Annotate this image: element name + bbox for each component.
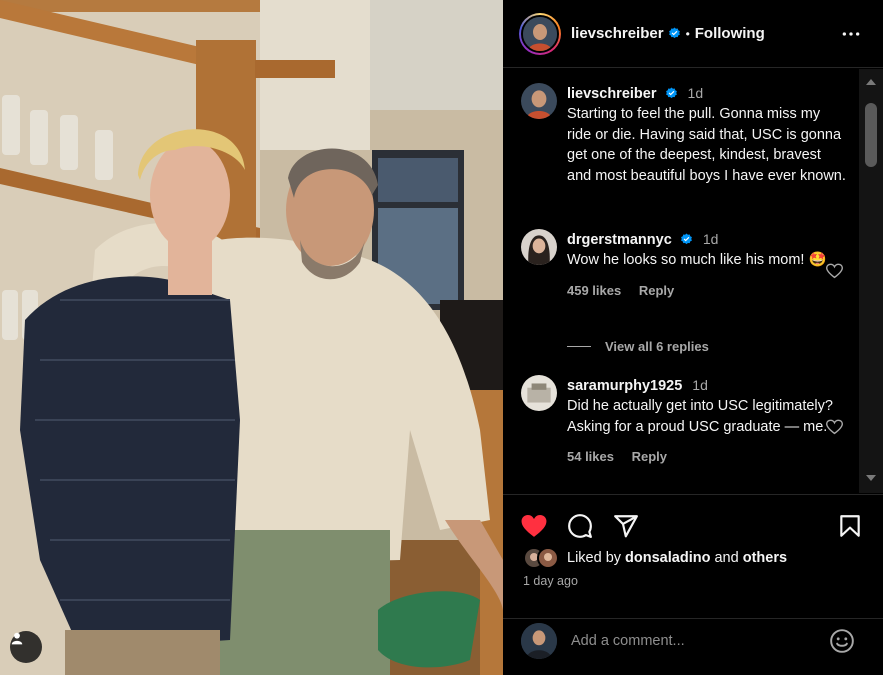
liked-by-user[interactable]: donsaladino	[625, 550, 710, 566]
comments-list[interactable]: lievschreiber 1d Starting to feel the pu…	[503, 69, 859, 493]
emoji-icon[interactable]	[829, 628, 855, 654]
comment-avatar[interactable]	[521, 375, 557, 411]
scroll-up-arrow[interactable]	[866, 79, 876, 85]
verified-badge-icon	[680, 233, 692, 245]
user-tag-icon	[11, 632, 23, 645]
comment-avatar[interactable]	[521, 229, 557, 265]
caption-text: Starting to feel the pull. Gonna miss my…	[567, 106, 846, 184]
liked-by-avatars[interactable]	[523, 547, 567, 569]
comment-username[interactable]: saramurphy1925	[567, 378, 682, 394]
comment-username[interactable]: drgerstmannyc	[567, 232, 672, 248]
header-separator: •	[685, 26, 690, 41]
reply-button[interactable]: Reply	[639, 283, 674, 298]
replies-divider	[567, 346, 591, 347]
send-icon[interactable]	[613, 513, 639, 539]
liked-by-and: and	[714, 550, 739, 566]
tagged-user-button[interactable]	[10, 631, 42, 663]
comment-text: Did he actually get into USC legitimatel…	[567, 398, 833, 435]
post-header: lievschreiber • Following	[503, 0, 883, 68]
comment-likes[interactable]: 54 likes	[567, 449, 614, 464]
post-timestamp[interactable]: 1 day ago	[523, 574, 578, 588]
scrollbar-thumb[interactable]	[865, 103, 877, 167]
author-avatar[interactable]	[519, 12, 561, 55]
comment-time[interactable]: 1d	[692, 377, 708, 393]
post-image	[0, 0, 503, 675]
add-comment-bar	[503, 618, 883, 675]
comment-time[interactable]: 1d	[703, 231, 719, 247]
scroll-down-arrow[interactable]	[866, 475, 876, 481]
verified-badge-icon	[665, 87, 677, 99]
add-comment-input[interactable]	[571, 631, 811, 651]
liked-by: Liked by donsaladino and others	[523, 547, 787, 569]
more-horizontal-icon[interactable]	[841, 24, 861, 44]
bookmark-icon[interactable]	[837, 513, 863, 539]
caption-username[interactable]: lievschreiber	[567, 86, 656, 102]
heart-outline-icon[interactable]	[826, 419, 843, 435]
action-bar: Liked by donsaladino and others 1 day ag…	[503, 494, 883, 618]
view-replies-button[interactable]: View all 6 replies	[567, 339, 709, 354]
heart-filled-icon[interactable]	[521, 513, 547, 539]
author-username[interactable]: lievschreiber	[571, 25, 664, 42]
comment-text: Wow he looks so much like his mom! 🤩	[567, 252, 827, 268]
current-user-avatar	[521, 623, 557, 659]
comment-icon[interactable]	[567, 513, 593, 539]
caption-time[interactable]: 1d	[688, 85, 704, 101]
view-replies-label: View all 6 replies	[605, 339, 709, 354]
post-side-panel: lievschreiber • Following lievschreiber	[503, 0, 883, 675]
liked-by-prefix: Liked by	[567, 550, 622, 566]
liked-by-others[interactable]: others	[743, 550, 787, 566]
heart-outline-icon[interactable]	[826, 263, 843, 279]
comment-likes[interactable]: 459 likes	[567, 283, 621, 298]
reply-button[interactable]: Reply	[632, 449, 667, 464]
verified-badge-icon	[668, 27, 680, 39]
caption-avatar[interactable]	[521, 83, 557, 119]
post-photo[interactable]	[0, 0, 503, 675]
following-button[interactable]: Following	[695, 25, 765, 42]
comments-scrollbar[interactable]	[859, 69, 883, 493]
